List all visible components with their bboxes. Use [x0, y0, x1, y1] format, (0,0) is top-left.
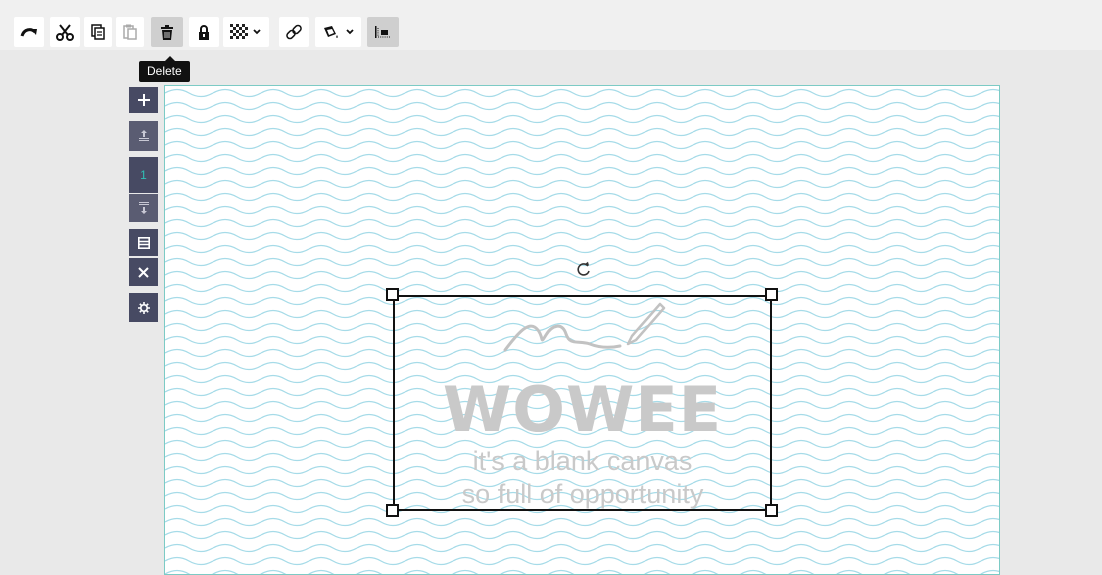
close-icon — [138, 266, 149, 278]
trash-icon — [161, 24, 173, 40]
redo-icon — [20, 28, 37, 37]
rotate-handle-icon[interactable] — [575, 261, 593, 279]
cut-button[interactable] — [50, 17, 80, 47]
paste-icon — [123, 24, 137, 40]
align-button[interactable] — [367, 17, 399, 47]
page-settings-button[interactable] — [129, 293, 158, 322]
scissors-icon — [56, 24, 74, 41]
delete-page-button[interactable] — [129, 258, 158, 286]
delete-button[interactable] — [151, 17, 183, 47]
fill-dropdown[interactable] — [315, 17, 361, 47]
transparency-dropdown[interactable] — [223, 17, 269, 47]
paint-bucket-icon — [324, 26, 338, 38]
lock-button[interactable] — [189, 17, 219, 47]
move-up-icon — [138, 130, 149, 141]
resize-handle-bottom-right[interactable] — [765, 504, 778, 517]
delete-tooltip: Delete — [139, 56, 190, 82]
chevron-down-icon — [346, 29, 354, 35]
link-icon — [286, 24, 302, 40]
plus-icon — [137, 94, 150, 106]
page-number: 1 — [129, 157, 158, 193]
move-page-up-button[interactable] — [129, 121, 158, 151]
chevron-down-icon — [253, 29, 261, 35]
copy-icon — [91, 24, 105, 40]
selection-box[interactable] — [393, 295, 772, 511]
link-button[interactable] — [279, 17, 309, 47]
move-page-down-button[interactable] — [129, 194, 158, 222]
layout-icon — [137, 236, 150, 249]
move-down-icon — [138, 202, 149, 214]
toolbar — [0, 0, 1102, 50]
resize-handle-top-left[interactable] — [386, 288, 399, 301]
redo-button[interactable] — [14, 17, 44, 47]
page-layout-button[interactable] — [129, 229, 158, 256]
align-icon — [375, 26, 390, 38]
lock-icon — [199, 24, 209, 40]
paste-button[interactable] — [116, 17, 144, 47]
checkerboard-icon — [230, 24, 248, 40]
resize-handle-top-right[interactable] — [765, 288, 778, 301]
gear-icon — [137, 301, 150, 314]
resize-handle-bottom-left[interactable] — [386, 504, 399, 517]
add-page-button[interactable] — [129, 87, 158, 113]
copy-button[interactable] — [84, 17, 112, 47]
